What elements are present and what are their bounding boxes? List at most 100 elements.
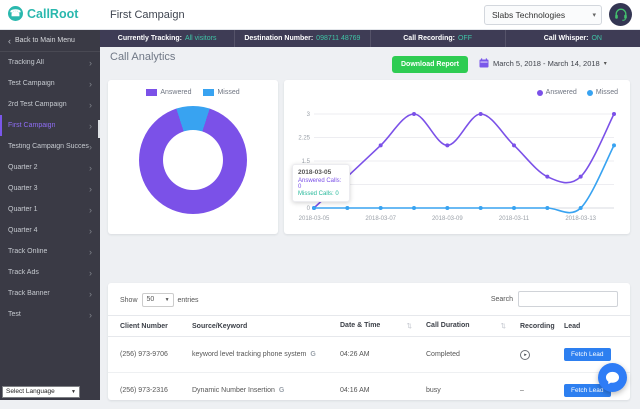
answered-missed-donut-card: Answered Missed <box>108 80 278 234</box>
sidebar-item-quarter-4[interactable]: Quarter 4› <box>0 220 100 241</box>
sidebar-item-quarter-1[interactable]: Quarter 1 › <box>0 199 100 220</box>
sidebar-item-label: Quarter 4 <box>8 227 38 234</box>
download-report-button[interactable]: Download Report <box>392 56 468 73</box>
infobar-currently-tracking: Currently Tracking:All visitors <box>100 30 234 47</box>
missed-swatch <box>203 89 214 96</box>
svg-text:2018-03-13: 2018-03-13 <box>565 216 596 222</box>
svg-text:2.25: 2.25 <box>298 136 310 142</box>
search-input[interactable] <box>518 291 618 307</box>
fetch-lead-button[interactable]: Fetch Lead <box>564 348 611 361</box>
cell-client-number: (256) 973-9706 <box>120 351 192 358</box>
phone-logo-icon: ☎ <box>8 6 23 21</box>
google-icon: G <box>310 351 315 358</box>
legend-item-missed: Missed <box>203 89 239 96</box>
table-controls: Show 50 ▼ entries Search <box>108 289 630 311</box>
cell-source-keyword: keyword level tracking phone systemG <box>192 351 340 358</box>
account-select[interactable]: Slabs Technologies ▾ <box>484 5 602 25</box>
chevron-down-icon: ▾ <box>592 6 596 25</box>
sidebar-item-tracking-all[interactable]: Tracking All› <box>0 52 100 73</box>
legend-label-answered: Answered <box>160 89 191 96</box>
sidebar-item-2rd-test-campaign[interactable]: 2rd Test Campaign› <box>0 94 100 115</box>
column-header-recording: Recording <box>520 323 564 330</box>
cell-client-number: (256) 973-2316 <box>120 387 192 394</box>
sidebar-item-label: First Campaign <box>8 122 55 129</box>
answered-swatch <box>146 89 157 96</box>
line-legend: Answered Missed <box>537 89 618 96</box>
sidebar-item-label: Quarter 1 <box>8 206 38 213</box>
sidebar-item-label: Track Ads <box>8 269 39 276</box>
chevron-right-icon: › <box>89 289 92 299</box>
sidebar-item-track-banner[interactable]: Track Banner › <box>0 283 100 304</box>
chat-widget-button[interactable] <box>598 363 627 392</box>
page-size-value: 50 <box>147 296 155 303</box>
table-body: (256) 973-9706keyword level tracking pho… <box>108 337 630 409</box>
cell-recording: – <box>520 387 564 394</box>
sidebar-item-label: 2rd Test Campaign <box>8 101 67 108</box>
chevron-right-icon: › <box>89 58 92 68</box>
chat-icon <box>605 371 620 385</box>
sidebar-item-testing-campaign-success[interactable]: Testing Campaign Success› <box>0 136 100 157</box>
column-header-date-time[interactable]: Date & Time⇅ <box>340 322 426 330</box>
callroot-logo: ☎ CallRoot <box>8 6 78 21</box>
sidebar-item-label: Track Banner <box>8 290 50 297</box>
column-header-lead: Lead <box>564 323 618 330</box>
sidebar-item-test-campaign[interactable]: Test Campaign › <box>0 73 100 94</box>
svg-text:3: 3 <box>307 112 311 118</box>
cell-date-time: 04:26 AM <box>340 351 426 358</box>
chevron-down-icon: ▼ <box>71 387 76 398</box>
sidebar-item-test[interactable]: Test› <box>0 304 100 325</box>
language-select-value: Select Language <box>6 388 55 395</box>
tooltip-missed: Missed Calls: 0 <box>298 191 344 197</box>
sort-icon[interactable]: ⇅ <box>501 322 506 330</box>
page-size-select[interactable]: 50 ▼ <box>142 293 174 307</box>
table-row: (256) 973-2316Dynamic Number InsertionG0… <box>108 373 630 409</box>
back-to-main-menu[interactable]: ‹ Back to Main Menu <box>0 30 100 52</box>
date-range-picker[interactable]: March 5, 2018 - March 14, 2018 ▾ <box>479 58 607 68</box>
donut-legend: Answered Missed <box>108 80 278 96</box>
cell-call-duration: Completed <box>426 351 520 358</box>
column-header-call-duration[interactable]: Call Duration⇅ <box>426 322 520 330</box>
sort-icon[interactable]: ⇅ <box>407 322 412 330</box>
svg-text:2018-03-11: 2018-03-11 <box>499 216 530 222</box>
brand-name: CallRoot <box>27 7 78 21</box>
sidebar-item-label: Quarter 3 <box>8 185 38 192</box>
section-title: Call Analytics <box>110 51 175 63</box>
chevron-right-icon: › <box>89 205 92 215</box>
sidebar-item-track-online[interactable]: Track Online› <box>0 241 100 262</box>
account-select-value: Slabs Technologies <box>492 10 565 20</box>
legend-label-missed: Missed <box>596 89 618 96</box>
chevron-right-icon: › <box>89 163 92 173</box>
tooltip-date: 2018-03-05 <box>298 169 344 176</box>
missed-dot <box>587 90 593 96</box>
sidebar-item-label: Test <box>8 311 21 318</box>
sidebar-item-first-campaign[interactable]: First Campaign › <box>0 115 100 136</box>
infobar-call-whisper: Call Whisper:ON <box>505 30 640 47</box>
sidebar-item-label: Test Campaign <box>8 80 55 87</box>
cell-date-time: 04:16 AM <box>340 387 426 394</box>
donut-chart <box>139 106 247 214</box>
support-button[interactable] <box>609 3 632 26</box>
cell-call-duration: busy <box>426 387 520 394</box>
sidebar-item-quarter-2[interactable]: Quarter 2› <box>0 157 100 178</box>
table-row: (256) 973-9706keyword level tracking pho… <box>108 337 630 373</box>
language-select[interactable]: Select Language ▼ <box>2 386 80 398</box>
svg-text:2018-03-07: 2018-03-07 <box>365 216 396 222</box>
column-header-client-number: Client Number <box>120 323 192 330</box>
chevron-down-icon: ▾ <box>604 60 607 67</box>
infobar-destination-number: Destination Number:098711 48769 <box>234 30 369 47</box>
sidebar-scrollbar[interactable] <box>98 120 100 138</box>
svg-text:0: 0 <box>307 206 311 212</box>
legend-item-answered: Answered <box>146 89 191 96</box>
search-label: Search <box>491 296 513 303</box>
sidebar-item-track-ads[interactable]: Track Ads › <box>0 262 100 283</box>
show-label: Show <box>120 297 138 304</box>
sidebar-item-quarter-3[interactable]: Quarter 3› <box>0 178 100 199</box>
infobar-call-recording: Call Recording:OFF <box>370 30 505 47</box>
google-icon: G <box>279 387 284 394</box>
answered-dot <box>537 90 543 96</box>
chevron-right-icon: › <box>89 79 92 89</box>
chevron-right-icon: › <box>89 268 92 278</box>
play-recording-icon[interactable]: ▸ <box>520 350 530 360</box>
svg-text:2018-03-05: 2018-03-05 <box>299 216 330 222</box>
chevron-right-icon: › <box>89 121 92 131</box>
